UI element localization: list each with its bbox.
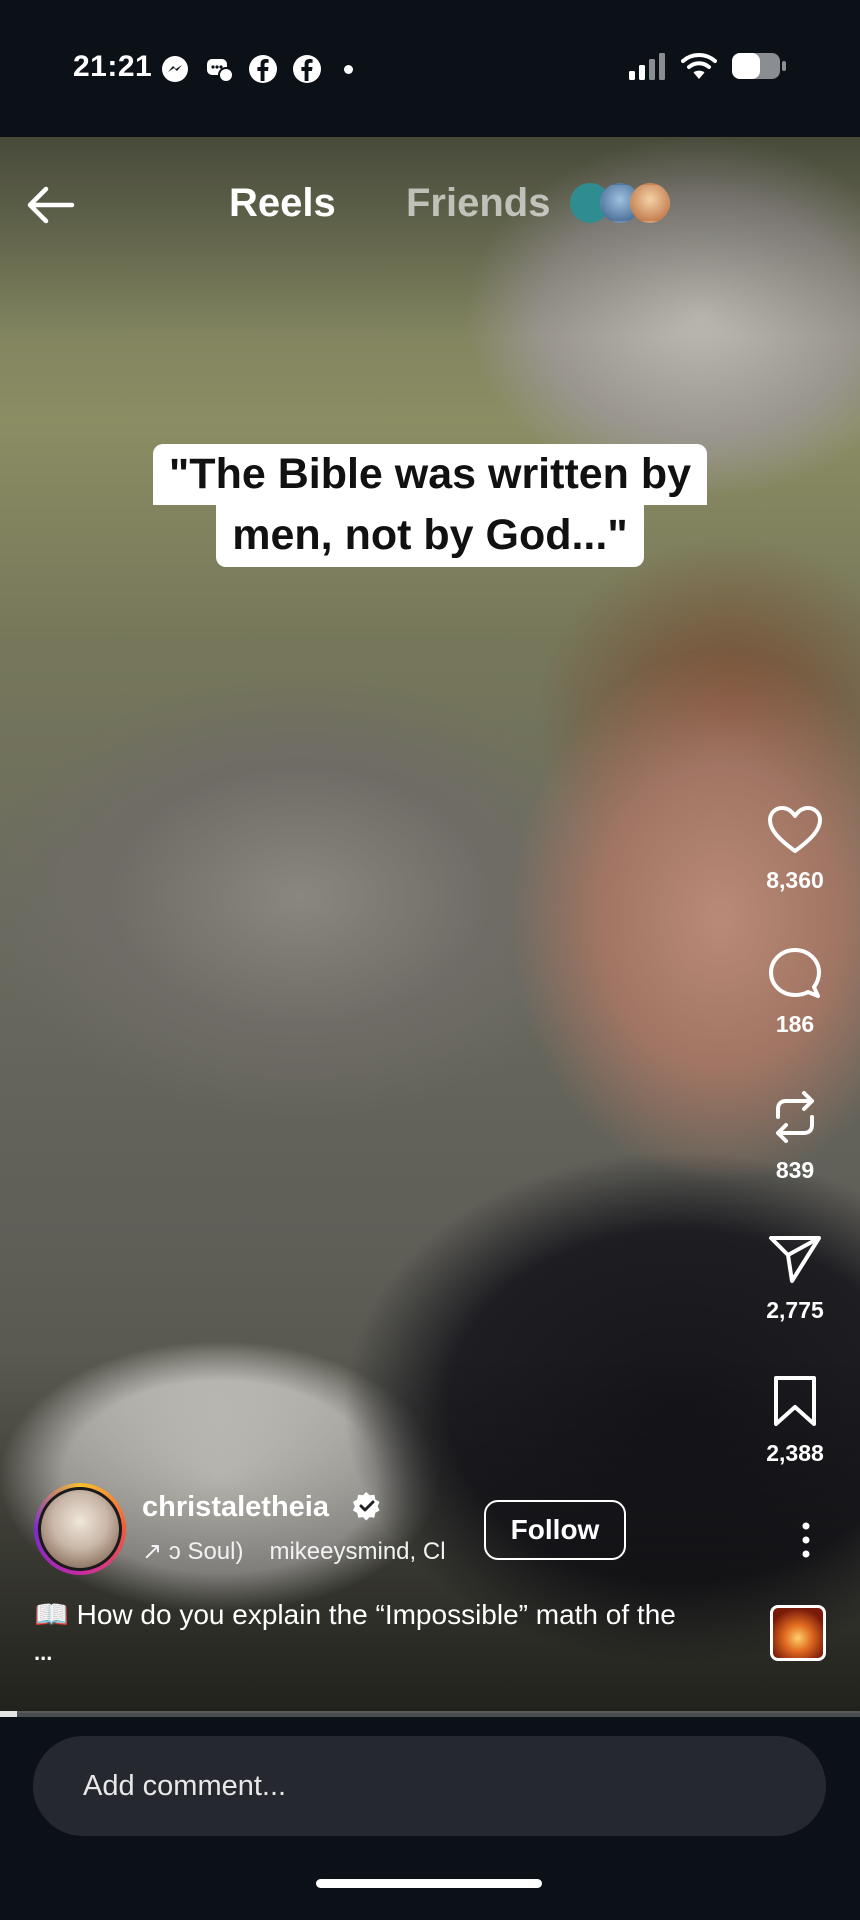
back-arrow-icon[interactable] <box>24 185 76 225</box>
share-action[interactable]: 2,775 <box>730 1233 860 1324</box>
friend-avatars[interactable] <box>570 183 670 223</box>
battery-icon <box>732 53 786 79</box>
caption-line: men, not by God..." <box>216 505 644 567</box>
comment-input[interactable] <box>83 1736 783 1836</box>
audio-track[interactable]: ↗ ɔ Soul) <box>142 1537 243 1566</box>
comment-action[interactable]: 186 <box>730 947 860 1038</box>
comment-box[interactable] <box>33 1736 826 1836</box>
reel-description[interactable]: 📖 How do you explain the “Impossible” ma… <box>34 1598 754 1631</box>
notification-icons <box>160 54 353 84</box>
reel-video[interactable]: Reels Friends "The Bible was written by … <box>0 137 860 1713</box>
bottom-bar <box>0 1717 860 1920</box>
status-time: 21:21 <box>73 50 153 83</box>
author-username[interactable]: christaletheia <box>142 1491 329 1524</box>
comment-count: 186 <box>775 1011 815 1037</box>
tab-reels[interactable]: Reels <box>229 181 336 226</box>
collaborators[interactable]: mikeeysmind, Cl <box>269 1538 445 1566</box>
facebook-icon <box>293 55 321 83</box>
wifi-icon <box>681 53 717 79</box>
bookmark-icon[interactable] <box>772 1374 818 1428</box>
avatar[interactable] <box>34 1483 126 1575</box>
caption-line: "The Bible was written by <box>152 444 708 506</box>
like-count: 8,360 <box>766 867 824 893</box>
save-action[interactable]: 2,388 <box>730 1374 860 1467</box>
more-options-icon[interactable] <box>802 1522 810 1558</box>
save-count: 2,388 <box>766 1440 824 1466</box>
audio-info[interactable]: ↗ ɔ Soul) mikeeysmind, Cl <box>142 1537 446 1566</box>
share-count: 2,775 <box>766 1297 824 1323</box>
repost-icon[interactable] <box>770 1089 820 1145</box>
repost-action[interactable]: 839 <box>730 1089 860 1184</box>
send-icon[interactable] <box>768 1233 822 1285</box>
home-indicator[interactable] <box>316 1879 542 1888</box>
more-notifications-dot <box>344 64 353 74</box>
signal-icon <box>629 53 665 80</box>
messenger-chat-icon <box>207 59 234 83</box>
heart-icon[interactable] <box>767 805 823 855</box>
comment-icon[interactable] <box>768 947 822 999</box>
friend-avatar <box>630 183 670 223</box>
system-icons <box>629 52 787 80</box>
side-actions: 8,360 186 839 2,775 2,388 <box>730 137 860 1713</box>
verified-badge-icon <box>352 1491 380 1521</box>
tab-friends[interactable]: Friends <box>406 181 550 226</box>
description-more[interactable]: ... <box>34 1640 52 1666</box>
like-action[interactable]: 8,360 <box>730 805 860 894</box>
repost-count: 839 <box>775 1157 815 1183</box>
messenger-icon <box>162 56 188 82</box>
audio-thumbnail[interactable] <box>770 1605 826 1661</box>
follow-button[interactable]: Follow <box>484 1500 626 1560</box>
status-bar: 21:21 <box>0 0 860 137</box>
facebook-icon <box>249 55 277 83</box>
